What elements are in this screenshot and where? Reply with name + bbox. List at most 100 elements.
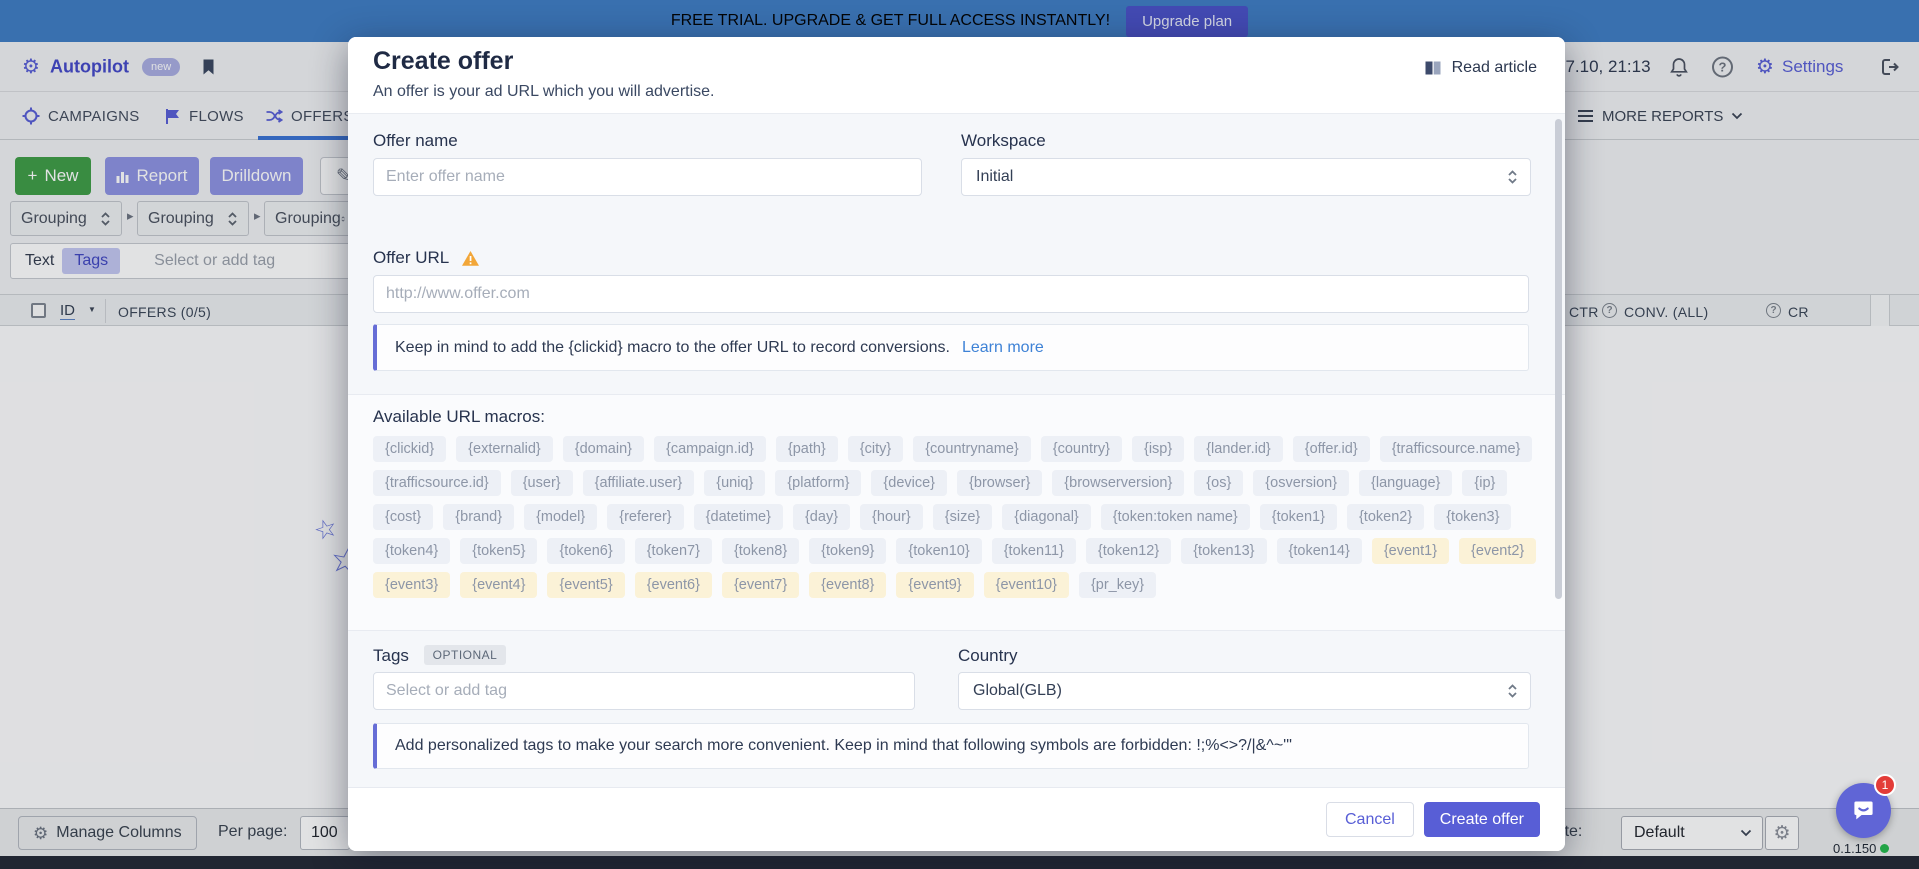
modal-subtitle: An offer is your ad URL which you will a… bbox=[373, 83, 714, 101]
macro-chip-token12[interactable]: {token12} bbox=[1086, 538, 1171, 564]
cancel-button[interactable]: Cancel bbox=[1326, 802, 1414, 837]
modal-footer: Cancel Create offer bbox=[348, 787, 1565, 851]
modal-scrollbar-thumb[interactable] bbox=[1555, 119, 1562, 599]
macro-chip-clickid[interactable]: {clickid} bbox=[373, 436, 446, 462]
macro-chip-model[interactable]: {model} bbox=[524, 504, 597, 530]
macro-chip-ip[interactable]: {ip} bbox=[1462, 470, 1507, 496]
macro-chip-isp[interactable]: {isp} bbox=[1132, 436, 1184, 462]
macro-chip-trafficsource-name[interactable]: {trafficsource.name} bbox=[1380, 436, 1533, 462]
macro-chip-campaign-id[interactable]: {campaign.id} bbox=[654, 436, 766, 462]
tags-input[interactable] bbox=[373, 672, 915, 710]
macro-chip-event2[interactable]: {event2} bbox=[1459, 538, 1536, 564]
macro-chip-event5[interactable]: {event5} bbox=[547, 572, 624, 598]
chat-unread-badge: 1 bbox=[1874, 774, 1896, 796]
macro-chip-uniq[interactable]: {uniq} bbox=[704, 470, 765, 496]
macro-chip-lander-id[interactable]: {lander.id} bbox=[1194, 436, 1283, 462]
version-label: 0.1.150 bbox=[1833, 841, 1889, 856]
macro-chip-event7[interactable]: {event7} bbox=[722, 572, 799, 598]
macro-chip-user[interactable]: {user} bbox=[511, 470, 573, 496]
macro-chip-token5[interactable]: {token5} bbox=[460, 538, 537, 564]
macro-chip-hour[interactable]: {hour} bbox=[860, 504, 923, 530]
country-select[interactable]: Global(GLB) bbox=[958, 672, 1531, 710]
macro-row: {token4} {token5} {token6} {token7} {token8}… bbox=[373, 538, 1535, 564]
macro-chip-event3[interactable]: {event3} bbox=[373, 572, 450, 598]
modal-header: Create offer An offer is your ad URL whi… bbox=[348, 37, 1565, 114]
macro-chip-domain[interactable]: {domain} bbox=[563, 436, 644, 462]
macro-chip-pr-key[interactable]: {pr_key} bbox=[1079, 572, 1156, 598]
offer-url-input[interactable] bbox=[373, 275, 1529, 313]
macro-chip-os[interactable]: {os} bbox=[1194, 470, 1243, 496]
macro-chip-size[interactable]: {size} bbox=[933, 504, 992, 530]
macro-chip-token14[interactable]: {token14} bbox=[1277, 538, 1362, 564]
screen: FREE TRIAL. UPGRADE & GET FULL ACCESS IN… bbox=[0, 0, 1919, 869]
read-article-label: Read article bbox=[1452, 59, 1537, 77]
clickid-note: Keep in mind to add the {clickid} macro … bbox=[373, 324, 1529, 371]
macro-chip-token1[interactable]: {token1} bbox=[1260, 504, 1337, 530]
macro-chip-event6[interactable]: {event6} bbox=[635, 572, 712, 598]
macro-chip-token11[interactable]: {token11} bbox=[992, 538, 1076, 564]
macro-chip-cost[interactable]: {cost} bbox=[373, 504, 433, 530]
macro-chip-countryname[interactable]: {countryname} bbox=[913, 436, 1031, 462]
macro-chip-token13[interactable]: {token13} bbox=[1181, 538, 1266, 564]
macro-chip-token4[interactable]: {token4} bbox=[373, 538, 450, 564]
offer-name-label: Offer name bbox=[373, 131, 458, 151]
macro-chip-osversion[interactable]: {osversion} bbox=[1253, 470, 1349, 496]
offer-name-input[interactable] bbox=[373, 158, 922, 196]
tags-label-row: Tags OPTIONAL bbox=[373, 646, 506, 666]
workspace-label: Workspace bbox=[961, 131, 1046, 151]
chevron-updown-icon bbox=[1507, 169, 1518, 185]
country-select-value: Global(GLB) bbox=[973, 682, 1062, 700]
macro-chip-browserversion[interactable]: {browserversion} bbox=[1052, 470, 1184, 496]
macro-chip-token6[interactable]: {token6} bbox=[547, 538, 624, 564]
version-number: 0.1.150 bbox=[1833, 841, 1876, 856]
macro-chip-platform[interactable]: {platform} bbox=[775, 470, 861, 496]
macro-row: {trafficsource.id} {user} {affiliate.user}… bbox=[373, 470, 1535, 496]
macros-label: Available URL macros: bbox=[373, 407, 545, 427]
read-article-link[interactable]: Read article bbox=[1423, 59, 1537, 77]
macro-chip-language[interactable]: {language} bbox=[1359, 470, 1452, 496]
macro-chip-diagonal[interactable]: {diagonal} bbox=[1002, 504, 1091, 530]
macro-chip-token3[interactable]: {token3} bbox=[1434, 504, 1511, 530]
macro-chip-externalid[interactable]: {externalid} bbox=[456, 436, 553, 462]
macro-chip-country[interactable]: {country} bbox=[1041, 436, 1122, 462]
macro-chip-trafficsource-id[interactable]: {trafficsource.id} bbox=[373, 470, 501, 496]
optional-badge: OPTIONAL bbox=[424, 645, 507, 665]
macro-chip-token9[interactable]: {token9} bbox=[809, 538, 886, 564]
create-offer-button[interactable]: Create offer bbox=[1424, 802, 1540, 837]
macro-chip-brand[interactable]: {brand} bbox=[443, 504, 514, 530]
workspace-select-value: Initial bbox=[976, 168, 1013, 186]
macro-row: {event3} {event4} {event5} {event6} {event7}… bbox=[373, 572, 1535, 598]
book-icon bbox=[1423, 60, 1443, 76]
clickid-note-text: Keep in mind to add the {clickid} macro … bbox=[395, 339, 950, 357]
macro-row: {clickid} {externalid} {domain} {campaign.i… bbox=[373, 436, 1535, 462]
tags-note-text: Add personalized tags to make your searc… bbox=[395, 737, 1292, 755]
tags-label: Tags bbox=[373, 646, 409, 665]
macro-chip-event10[interactable]: {event10} bbox=[984, 572, 1069, 598]
macro-chip-device[interactable]: {device} bbox=[871, 470, 947, 496]
macro-chip-token2[interactable]: {token2} bbox=[1347, 504, 1424, 530]
macro-chip-referer[interactable]: {referer} bbox=[607, 504, 683, 530]
workspace-select[interactable]: Initial bbox=[961, 158, 1531, 196]
macro-chip-token8[interactable]: {token8} bbox=[722, 538, 799, 564]
chat-bubble-icon bbox=[1850, 797, 1877, 824]
macro-chip-event4[interactable]: {event4} bbox=[460, 572, 537, 598]
macro-chip-token-token-name[interactable]: {token:token name} bbox=[1101, 504, 1250, 530]
macro-rows: {clickid} {externalid} {domain} {campaign.i… bbox=[373, 436, 1535, 606]
macro-chip-event1[interactable]: {event1} bbox=[1372, 538, 1449, 564]
macro-chip-event8[interactable]: {event8} bbox=[809, 572, 886, 598]
macro-chip-day[interactable]: {day} bbox=[793, 504, 850, 530]
macro-chip-browser[interactable]: {browser} bbox=[957, 470, 1042, 496]
macro-chip-path[interactable]: {path} bbox=[776, 436, 838, 462]
macro-chip-event9[interactable]: {event9} bbox=[896, 572, 973, 598]
macro-chip-token7[interactable]: {token7} bbox=[635, 538, 712, 564]
macro-chip-offer-id[interactable]: {offer.id} bbox=[1293, 436, 1370, 462]
learn-more-link[interactable]: Learn more bbox=[962, 339, 1044, 357]
macro-chip-affiliate-user[interactable]: {affiliate.user} bbox=[583, 470, 695, 496]
offer-url-label-row: Offer URL bbox=[373, 248, 480, 268]
macro-chip-token10[interactable]: {token10} bbox=[896, 538, 981, 564]
online-status-dot bbox=[1880, 844, 1889, 853]
warning-icon bbox=[461, 250, 480, 267]
macro-chip-city[interactable]: {city} bbox=[848, 436, 903, 462]
macro-chip-datetime[interactable]: {datetime} bbox=[694, 504, 783, 530]
offer-url-label: Offer URL bbox=[373, 248, 449, 268]
